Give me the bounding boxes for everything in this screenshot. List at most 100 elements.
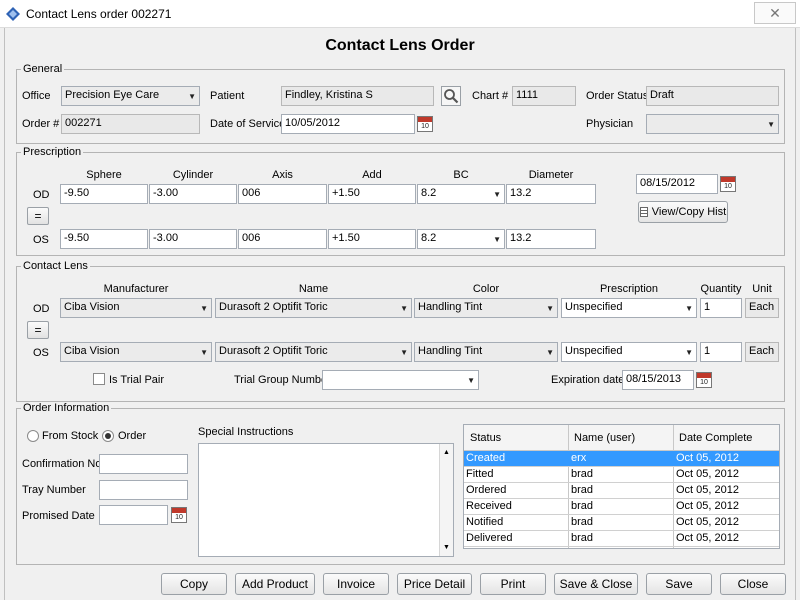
prescription-date-calendar-button[interactable]: 10 — [720, 176, 736, 192]
patient-search-button[interactable] — [441, 86, 461, 106]
date-column-header[interactable]: Date Complete — [679, 432, 752, 444]
view-copy-history-label: View/Copy Hist — [651, 206, 727, 218]
chevron-down-icon: ▼ — [188, 92, 196, 101]
bc-header: BC — [453, 169, 469, 181]
os-lens-name-dropdown[interactable]: Durasoft 2 Optifit Toric ▼ — [215, 342, 412, 362]
scroll-up-icon[interactable]: ▲ — [443, 449, 450, 456]
invoice-button[interactable]: Invoice — [323, 573, 389, 595]
date-of-service-calendar-button[interactable]: 10 — [417, 116, 433, 132]
date-of-service-label: Date of Service — [210, 118, 286, 130]
radio-selected-dot — [105, 433, 111, 439]
os-sphere-input[interactable]: -9.50 — [60, 229, 148, 249]
os-manufacturer-dropdown[interactable]: Ciba Vision ▼ — [60, 342, 212, 362]
status-row-received[interactable]: Received brad Oct 05, 2012 — [464, 499, 779, 515]
user-cell: brad — [571, 468, 594, 480]
os-add-input[interactable]: +1.50 — [328, 229, 416, 249]
od-lens-name-dropdown[interactable]: Durasoft 2 Optifit Toric ▼ — [215, 298, 412, 318]
patient-field: Findley, Kristina S — [281, 86, 434, 106]
od-diameter-input[interactable]: 13.2 — [506, 184, 596, 204]
os-bc-dropdown[interactable]: 8.2 ▼ — [417, 229, 505, 249]
od-add-input[interactable]: +1.50 — [328, 184, 416, 204]
status-column-header[interactable]: Status — [470, 432, 501, 444]
physician-label: Physician — [586, 118, 634, 130]
rx-copy-od-to-os-button[interactable]: = — [27, 207, 49, 225]
trial-pair-checkbox[interactable] — [93, 373, 105, 385]
status-row-created[interactable]: Created erx Oct 05, 2012 — [464, 451, 779, 467]
print-button[interactable]: Print — [480, 573, 546, 595]
order-number-field: 002271 — [61, 114, 200, 134]
status-row-delivered[interactable]: Delivered brad Oct 05, 2012 — [464, 531, 779, 547]
chevron-down-icon: ▼ — [200, 348, 208, 357]
window-close-button[interactable]: ✕ — [754, 2, 796, 24]
office-dropdown[interactable]: Precision Eye Care ▼ — [61, 86, 200, 106]
order-radio[interactable] — [102, 430, 114, 442]
od-sphere-input[interactable]: -9.50 — [60, 184, 148, 204]
chevron-down-icon: ▼ — [685, 348, 693, 357]
od-axis-input[interactable]: 006 — [238, 184, 327, 204]
od-manufacturer-value: Ciba Vision — [64, 301, 120, 313]
order-number-label: Order # — [22, 118, 60, 130]
date-cell: Oct 05, 2012 — [676, 452, 739, 464]
status-cell: Fitted — [466, 468, 494, 480]
expiration-date-label: Expiration date — [551, 374, 625, 386]
chevron-down-icon: ▼ — [200, 304, 208, 313]
status-row-notified[interactable]: Notified brad Oct 05, 2012 — [464, 515, 779, 531]
trial-group-dropdown[interactable]: ▼ — [322, 370, 479, 390]
chevron-down-icon: ▼ — [493, 190, 501, 199]
prescription-legend: Prescription — [23, 146, 82, 158]
od-cylinder-input[interactable]: -3.00 — [149, 184, 237, 204]
prescription-date-input[interactable]: 08/15/2012 — [636, 174, 718, 194]
user-cell: erx — [571, 452, 587, 464]
chevron-down-icon: ▼ — [400, 348, 408, 357]
promised-date-input[interactable] — [99, 505, 168, 525]
expiration-date-calendar-button[interactable]: 10 — [696, 372, 712, 388]
status-row-ordered[interactable]: Ordered brad Oct 05, 2012 — [464, 483, 779, 499]
os-color-dropdown[interactable]: Handling Tint ▼ — [414, 342, 558, 362]
os-lens-name-value: Durasoft 2 Optifit Toric — [219, 345, 328, 357]
confirmation-input[interactable] — [99, 454, 188, 474]
os-cylinder-input[interactable]: -3.00 — [149, 229, 237, 249]
cl-copy-od-to-os-button[interactable]: = — [27, 321, 49, 339]
promised-date-calendar-button[interactable]: 10 — [171, 507, 187, 523]
user-column-header[interactable]: Name (user) — [574, 432, 635, 444]
view-copy-history-button[interactable]: View/Copy Hist — [638, 201, 728, 223]
user-cell: brad — [571, 500, 594, 512]
expiration-date-input[interactable]: 08/15/2013 — [622, 370, 694, 390]
price-detail-button[interactable]: Price Detail — [397, 573, 472, 595]
os-axis-input[interactable]: 006 — [238, 229, 327, 249]
unit-header: Unit — [752, 283, 772, 295]
os-lens-prescription-dropdown[interactable]: Unspecified ▼ — [561, 342, 697, 362]
od-bc-dropdown[interactable]: 8.2 ▼ — [417, 184, 505, 204]
special-instructions-scrollbar[interactable]: ▲ ▼ — [439, 444, 453, 556]
date-cell: Oct 05, 2012 — [676, 516, 739, 528]
od-lens-prescription-value: Unspecified — [565, 301, 623, 313]
os-quantity-input[interactable]: 1 — [700, 342, 742, 362]
add-product-button[interactable]: Add Product — [235, 573, 315, 595]
close-icon: ✕ — [769, 5, 781, 21]
close-button[interactable]: Close — [720, 573, 786, 595]
od-quantity-input[interactable]: 1 — [700, 298, 742, 318]
chevron-down-icon: ▼ — [467, 376, 475, 385]
copy-button[interactable]: Copy — [161, 573, 227, 595]
order-status-field: Draft — [646, 86, 779, 106]
trial-pair-label: Is Trial Pair — [109, 374, 165, 386]
scroll-down-icon[interactable]: ▼ — [443, 544, 450, 551]
chevron-down-icon: ▼ — [767, 120, 775, 129]
od-lens-prescription-dropdown[interactable]: Unspecified ▼ — [561, 298, 697, 318]
special-instructions-textarea[interactable]: ▲ ▼ — [198, 443, 454, 557]
office-value: Precision Eye Care — [65, 89, 160, 101]
status-table-header: Status Name (user) Date Complete — [464, 425, 779, 451]
od-manufacturer-dropdown[interactable]: Ciba Vision ▼ — [60, 298, 212, 318]
save-and-close-button[interactable]: Save & Close — [554, 573, 638, 595]
tray-number-input[interactable] — [99, 480, 188, 500]
od-color-dropdown[interactable]: Handling Tint ▼ — [414, 298, 558, 318]
from-stock-radio[interactable] — [27, 430, 39, 442]
physician-dropdown[interactable]: ▼ — [646, 114, 779, 134]
rx-os-label: OS — [33, 234, 49, 246]
save-button[interactable]: Save — [646, 573, 712, 595]
axis-header: Axis — [272, 169, 293, 181]
status-row-fitted[interactable]: Fitted brad Oct 05, 2012 — [464, 467, 779, 483]
date-of-service-input[interactable]: 10/05/2012 — [281, 114, 415, 134]
date-cell: Oct 05, 2012 — [676, 532, 739, 544]
os-diameter-input[interactable]: 13.2 — [506, 229, 596, 249]
